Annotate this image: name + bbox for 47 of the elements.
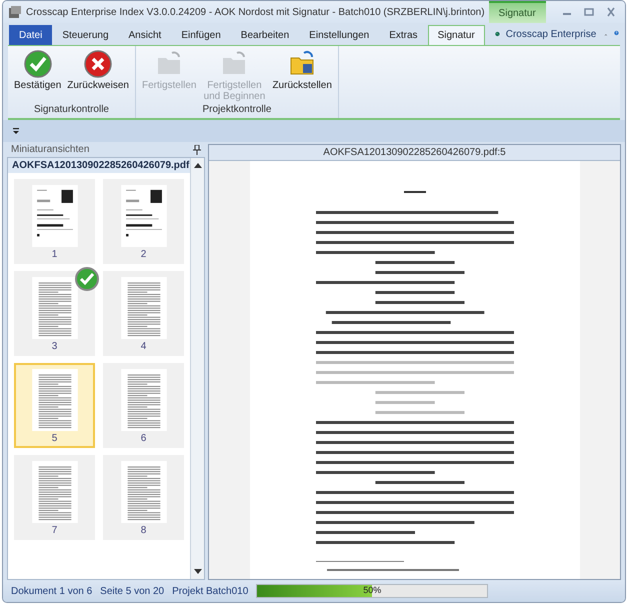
ribbon-button[interactable]: Zurückweisen: [64, 48, 132, 104]
scroll-down-icon[interactable]: [192, 568, 202, 576]
page-thumbnail[interactable]: 2: [103, 179, 184, 264]
brand-label: Crosscap Enterprise: [506, 29, 596, 40]
dropdown-icon[interactable]: [11, 126, 21, 136]
page-preview-drawing: [120, 277, 166, 339]
document-counter: Dokument 1 von 6: [11, 586, 92, 596]
page-thumbnail[interactable]: 1: [14, 179, 95, 264]
page-preview-drawing: [32, 369, 78, 431]
project-label: Projekt Batch010: [172, 586, 248, 596]
panel-title: Miniaturansichten: [11, 144, 90, 155]
check-icon: [24, 50, 52, 78]
ribbon-tab[interactable]: Ansicht: [118, 25, 172, 45]
pin-icon[interactable]: [193, 144, 201, 154]
app-icon: [8, 5, 22, 19]
context-tab-header: Signatur: [488, 1, 546, 23]
viewer-title: AOKFSA120130902285260426079.pdf:5: [209, 145, 620, 161]
ribbon-button[interactable]: Zurückstellen: [269, 48, 335, 104]
scrollbar[interactable]: [190, 158, 204, 579]
ribbon-button[interactable]: Bestätigen: [11, 48, 64, 104]
page-preview-drawing: [32, 461, 78, 523]
ribbon-tab[interactable]: Einfügen: [171, 25, 231, 45]
page-preview-drawing: [32, 185, 78, 247]
ribbon-tab[interactable]: Extras: [379, 25, 428, 45]
file-name-header: AOKFSA120130902285260426079.pdf: [8, 158, 190, 173]
page-thumbnail[interactable]: 4: [103, 271, 184, 356]
page-thumbnail[interactable]: 8: [103, 455, 184, 540]
group-label: Signaturkontrolle: [32, 104, 110, 117]
page-thumbnail[interactable]: 7: [14, 455, 95, 540]
ribbon-tab[interactable]: Steuerung: [52, 25, 119, 45]
cross-icon: [84, 50, 112, 78]
page-preview-drawing: [120, 369, 166, 431]
page-thumbnail[interactable]: 6: [103, 363, 184, 448]
page-counter: Seite 5 von 20: [100, 586, 164, 596]
window-title: Crosscap Enterprise Index V3.0.0.24209 - AOK Nordost mit Signatur - Batch010 (SRZBERLIN\j.brinton): [26, 6, 485, 18]
ribbon-tab[interactable]: Einstellungen: [299, 25, 380, 45]
file-tab[interactable]: Datei: [9, 25, 52, 45]
page-thumbnail[interactable]: 5: [14, 363, 95, 448]
scroll-up-icon[interactable]: [192, 161, 202, 169]
page-preview-drawing: [120, 461, 166, 523]
page-preview-drawing: [32, 277, 78, 339]
ribbon-tab[interactable]: Signatur: [428, 25, 485, 45]
page-preview-drawing: [120, 185, 166, 247]
maximize-icon[interactable]: [583, 7, 595, 17]
group-label: Projektkontrolle: [201, 104, 272, 117]
ribbon-tab[interactable]: Bearbeiten: [230, 25, 300, 45]
close-icon[interactable]: [605, 7, 617, 17]
